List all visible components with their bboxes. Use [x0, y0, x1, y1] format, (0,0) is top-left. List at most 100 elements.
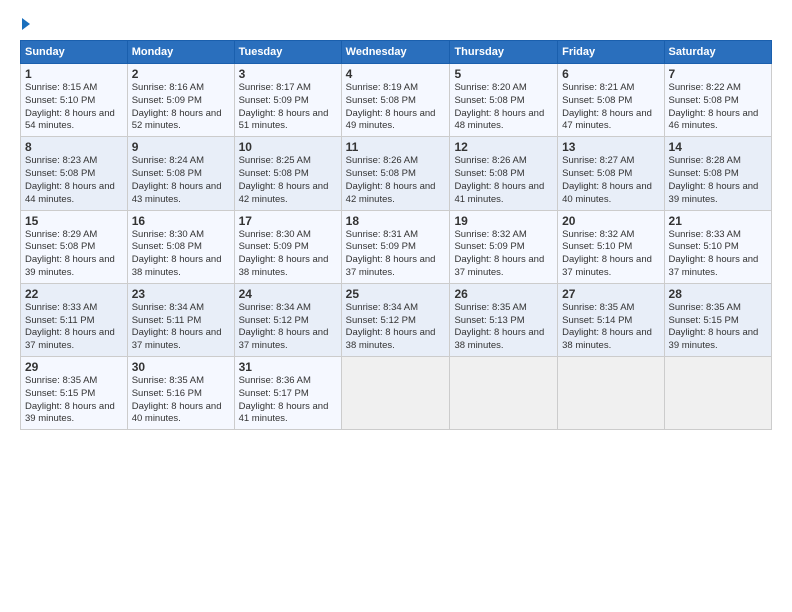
day-info: Sunrise: 8:33 AMSunset: 5:11 PMDaylight:… [25, 302, 115, 351]
day-number: 5 [454, 67, 553, 81]
calendar-cell: 26 Sunrise: 8:35 AMSunset: 5:13 PMDaylig… [450, 283, 558, 356]
calendar-cell: 3 Sunrise: 8:17 AMSunset: 5:09 PMDayligh… [234, 64, 341, 137]
calendar-cell: 25 Sunrise: 8:34 AMSunset: 5:12 PMDaylig… [341, 283, 450, 356]
day-number: 11 [346, 140, 446, 154]
calendar-cell: 31 Sunrise: 8:36 AMSunset: 5:17 PMDaylig… [234, 357, 341, 430]
day-number: 21 [669, 214, 767, 228]
calendar-cell: 2 Sunrise: 8:16 AMSunset: 5:09 PMDayligh… [127, 64, 234, 137]
calendar-cell: 7 Sunrise: 8:22 AMSunset: 5:08 PMDayligh… [664, 64, 771, 137]
day-number: 15 [25, 214, 123, 228]
calendar-week-5: 29 Sunrise: 8:35 AMSunset: 5:15 PMDaylig… [21, 357, 772, 430]
day-info: Sunrise: 8:19 AMSunset: 5:08 PMDaylight:… [346, 82, 436, 131]
day-info: Sunrise: 8:31 AMSunset: 5:09 PMDaylight:… [346, 229, 436, 278]
day-number: 12 [454, 140, 553, 154]
calendar-cell: 9 Sunrise: 8:24 AMSunset: 5:08 PMDayligh… [127, 137, 234, 210]
day-number: 24 [239, 287, 337, 301]
calendar-cell [664, 357, 771, 430]
calendar-table: SundayMondayTuesdayWednesdayThursdayFrid… [20, 40, 772, 430]
day-info: Sunrise: 8:21 AMSunset: 5:08 PMDaylight:… [562, 82, 652, 131]
calendar-cell: 22 Sunrise: 8:33 AMSunset: 5:11 PMDaylig… [21, 283, 128, 356]
weekday-header-saturday: Saturday [664, 41, 771, 64]
calendar-cell: 1 Sunrise: 8:15 AMSunset: 5:10 PMDayligh… [21, 64, 128, 137]
day-number: 8 [25, 140, 123, 154]
calendar-cell: 23 Sunrise: 8:34 AMSunset: 5:11 PMDaylig… [127, 283, 234, 356]
weekday-header-wednesday: Wednesday [341, 41, 450, 64]
calendar-cell: 10 Sunrise: 8:25 AMSunset: 5:08 PMDaylig… [234, 137, 341, 210]
day-info: Sunrise: 8:30 AMSunset: 5:08 PMDaylight:… [132, 229, 222, 278]
day-number: 7 [669, 67, 767, 81]
day-number: 25 [346, 287, 446, 301]
calendar-cell: 8 Sunrise: 8:23 AMSunset: 5:08 PMDayligh… [21, 137, 128, 210]
day-info: Sunrise: 8:25 AMSunset: 5:08 PMDaylight:… [239, 155, 329, 204]
calendar-cell: 29 Sunrise: 8:35 AMSunset: 5:15 PMDaylig… [21, 357, 128, 430]
day-number: 27 [562, 287, 659, 301]
calendar-cell: 20 Sunrise: 8:32 AMSunset: 5:10 PMDaylig… [558, 210, 664, 283]
calendar-week-1: 1 Sunrise: 8:15 AMSunset: 5:10 PMDayligh… [21, 64, 772, 137]
day-info: Sunrise: 8:17 AMSunset: 5:09 PMDaylight:… [239, 82, 329, 131]
calendar-cell: 14 Sunrise: 8:28 AMSunset: 5:08 PMDaylig… [664, 137, 771, 210]
calendar-cell: 17 Sunrise: 8:30 AMSunset: 5:09 PMDaylig… [234, 210, 341, 283]
calendar-cell: 11 Sunrise: 8:26 AMSunset: 5:08 PMDaylig… [341, 137, 450, 210]
day-number: 14 [669, 140, 767, 154]
calendar-cell: 13 Sunrise: 8:27 AMSunset: 5:08 PMDaylig… [558, 137, 664, 210]
calendar-cell: 18 Sunrise: 8:31 AMSunset: 5:09 PMDaylig… [341, 210, 450, 283]
day-info: Sunrise: 8:35 AMSunset: 5:13 PMDaylight:… [454, 302, 544, 351]
calendar-cell [341, 357, 450, 430]
calendar-cell: 5 Sunrise: 8:20 AMSunset: 5:08 PMDayligh… [450, 64, 558, 137]
day-info: Sunrise: 8:28 AMSunset: 5:08 PMDaylight:… [669, 155, 759, 204]
day-info: Sunrise: 8:35 AMSunset: 5:15 PMDaylight:… [25, 375, 115, 424]
weekday-header-monday: Monday [127, 41, 234, 64]
day-info: Sunrise: 8:34 AMSunset: 5:11 PMDaylight:… [132, 302, 222, 351]
day-number: 20 [562, 214, 659, 228]
logo [20, 18, 30, 30]
calendar-week-3: 15 Sunrise: 8:29 AMSunset: 5:08 PMDaylig… [21, 210, 772, 283]
calendar-cell [450, 357, 558, 430]
calendar-week-4: 22 Sunrise: 8:33 AMSunset: 5:11 PMDaylig… [21, 283, 772, 356]
day-number: 17 [239, 214, 337, 228]
day-number: 3 [239, 67, 337, 81]
calendar-cell: 15 Sunrise: 8:29 AMSunset: 5:08 PMDaylig… [21, 210, 128, 283]
weekday-header-friday: Friday [558, 41, 664, 64]
day-info: Sunrise: 8:20 AMSunset: 5:08 PMDaylight:… [454, 82, 544, 131]
day-info: Sunrise: 8:36 AMSunset: 5:17 PMDaylight:… [239, 375, 329, 424]
calendar-cell: 21 Sunrise: 8:33 AMSunset: 5:10 PMDaylig… [664, 210, 771, 283]
calendar-cell: 19 Sunrise: 8:32 AMSunset: 5:09 PMDaylig… [450, 210, 558, 283]
day-info: Sunrise: 8:29 AMSunset: 5:08 PMDaylight:… [25, 229, 115, 278]
day-info: Sunrise: 8:26 AMSunset: 5:08 PMDaylight:… [346, 155, 436, 204]
weekday-header-sunday: Sunday [21, 41, 128, 64]
day-number: 4 [346, 67, 446, 81]
day-info: Sunrise: 8:26 AMSunset: 5:08 PMDaylight:… [454, 155, 544, 204]
header [20, 18, 772, 30]
weekday-header-tuesday: Tuesday [234, 41, 341, 64]
day-number: 30 [132, 360, 230, 374]
day-info: Sunrise: 8:35 AMSunset: 5:16 PMDaylight:… [132, 375, 222, 424]
day-number: 2 [132, 67, 230, 81]
calendar-cell: 30 Sunrise: 8:35 AMSunset: 5:16 PMDaylig… [127, 357, 234, 430]
calendar-cell: 28 Sunrise: 8:35 AMSunset: 5:15 PMDaylig… [664, 283, 771, 356]
day-number: 18 [346, 214, 446, 228]
day-info: Sunrise: 8:35 AMSunset: 5:14 PMDaylight:… [562, 302, 652, 351]
day-number: 9 [132, 140, 230, 154]
calendar-cell: 6 Sunrise: 8:21 AMSunset: 5:08 PMDayligh… [558, 64, 664, 137]
day-number: 10 [239, 140, 337, 154]
page: SundayMondayTuesdayWednesdayThursdayFrid… [0, 0, 792, 440]
calendar-week-2: 8 Sunrise: 8:23 AMSunset: 5:08 PMDayligh… [21, 137, 772, 210]
day-number: 16 [132, 214, 230, 228]
calendar-cell: 24 Sunrise: 8:34 AMSunset: 5:12 PMDaylig… [234, 283, 341, 356]
calendar-cell: 12 Sunrise: 8:26 AMSunset: 5:08 PMDaylig… [450, 137, 558, 210]
day-info: Sunrise: 8:35 AMSunset: 5:15 PMDaylight:… [669, 302, 759, 351]
day-number: 31 [239, 360, 337, 374]
day-info: Sunrise: 8:34 AMSunset: 5:12 PMDaylight:… [346, 302, 436, 351]
day-info: Sunrise: 8:22 AMSunset: 5:08 PMDaylight:… [669, 82, 759, 131]
logo-arrow-icon [22, 18, 30, 30]
day-number: 1 [25, 67, 123, 81]
day-number: 28 [669, 287, 767, 301]
day-info: Sunrise: 8:32 AMSunset: 5:10 PMDaylight:… [562, 229, 652, 278]
day-info: Sunrise: 8:24 AMSunset: 5:08 PMDaylight:… [132, 155, 222, 204]
calendar-cell [558, 357, 664, 430]
day-info: Sunrise: 8:16 AMSunset: 5:09 PMDaylight:… [132, 82, 222, 131]
calendar-cell: 16 Sunrise: 8:30 AMSunset: 5:08 PMDaylig… [127, 210, 234, 283]
day-number: 13 [562, 140, 659, 154]
day-number: 22 [25, 287, 123, 301]
day-info: Sunrise: 8:30 AMSunset: 5:09 PMDaylight:… [239, 229, 329, 278]
